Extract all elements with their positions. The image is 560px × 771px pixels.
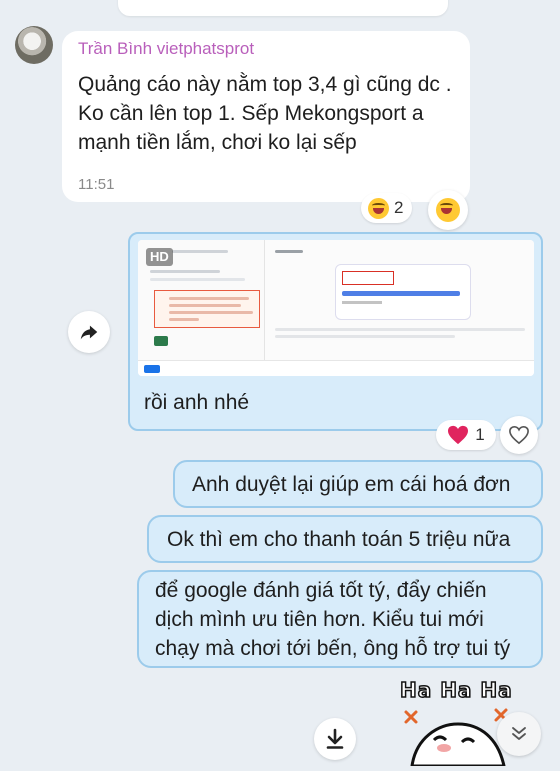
laughing-emoji-icon	[436, 198, 460, 222]
avatar[interactable]	[15, 26, 53, 64]
warning-box	[154, 290, 260, 328]
message-text-line: để google đánh giá tốt tý, đẩy chiến	[155, 579, 487, 602]
scroll-to-bottom-button[interactable]	[497, 712, 541, 756]
incoming-message-bubble[interactable]: Trần Bình vietphatsprot Quảng cáo này nằ…	[62, 31, 470, 202]
image-footer	[138, 360, 534, 376]
message-text-line: chạy mà chơi tới bến, ông hỗ trợ tui tý	[155, 637, 511, 660]
reaction-badge[interactable]: 1	[436, 420, 496, 450]
image-message-bubble[interactable]: HD rồi anh nhé	[128, 232, 543, 431]
laughing-sticker[interactable]: Ha Ha Ha	[392, 676, 517, 768]
image-caption: rồi anh nhé	[144, 391, 250, 414]
outgoing-message-bubble[interactable]: để google đánh giá tốt tý, đẩy chiến dịc…	[137, 570, 543, 668]
add-reaction-button[interactable]	[500, 416, 538, 454]
message-text-line: dịch mình ưu tiên hơn. Kiểu tui mới	[155, 608, 484, 631]
outgoing-message-bubble[interactable]: Ok thì em cho thanh toán 5 triệu nữa	[147, 515, 543, 563]
ad-preview	[335, 264, 471, 320]
message-time: 11:51	[78, 176, 115, 193]
previous-message-edge	[0, 0, 560, 22]
sticker-text: Ha Ha Ha	[399, 677, 513, 703]
share-arrow-icon	[80, 325, 98, 340]
heart-outline-icon	[509, 425, 529, 445]
message-text: Quảng cáo này nằm top 3,4 gì cũng dc . K…	[78, 73, 452, 154]
laughing-emoji-icon	[368, 197, 389, 219]
reaction-count: 2	[394, 198, 404, 217]
add-reaction-button[interactable]	[428, 190, 468, 230]
previous-message-bubble	[118, 0, 448, 16]
download-icon	[326, 728, 344, 749]
double-chevron-down-icon	[512, 727, 526, 740]
message-text: Anh duyệt lại giúp em cái hoá đơn	[192, 473, 511, 496]
outgoing-message-bubble[interactable]: Anh duyệt lại giúp em cái hoá đơn	[173, 460, 543, 508]
reaction-badge[interactable]: 2	[361, 193, 413, 223]
screenshot-image[interactable]: HD	[138, 240, 534, 376]
download-button[interactable]	[314, 718, 356, 760]
sender-name[interactable]: Trần Bình vietphatsprot	[78, 39, 254, 59]
message-text: Ok thì em cho thanh toán 5 triệu nữa	[167, 528, 511, 551]
image-right-panel	[265, 240, 534, 360]
share-button[interactable]	[68, 311, 110, 353]
reaction-count: 1	[475, 425, 485, 444]
heart-icon	[448, 425, 469, 445]
hd-badge: HD	[146, 248, 173, 266]
